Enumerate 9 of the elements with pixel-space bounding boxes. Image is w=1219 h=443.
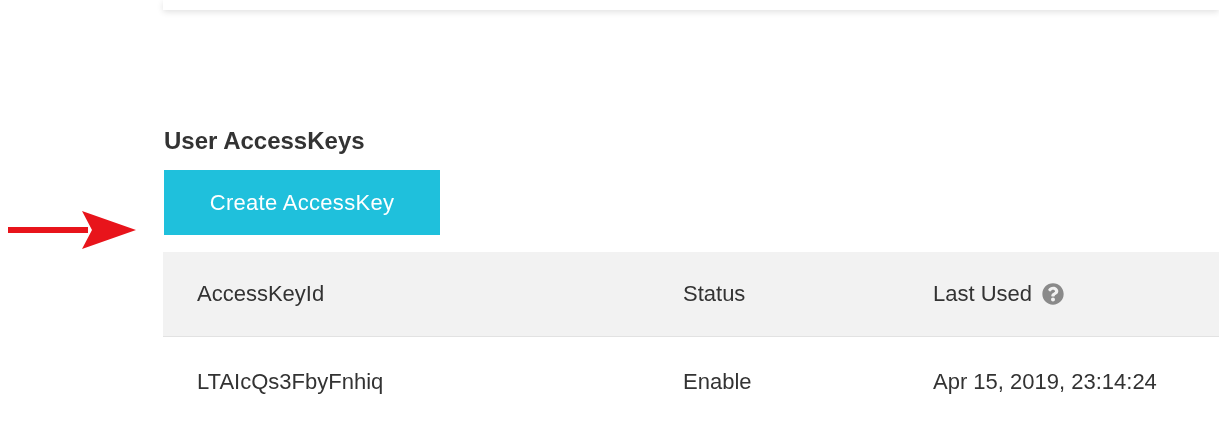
- section-title: User AccessKeys: [164, 126, 365, 156]
- help-icon[interactable]: [1042, 283, 1065, 305]
- table-cell: Enable: [683, 369, 752, 395]
- column-header: Last Used: [933, 281, 1033, 307]
- column-header: AccessKeyId: [197, 281, 325, 307]
- table-cell: LTAIcQs3FbyFnhiq: [197, 369, 384, 395]
- create-accesskey-button[interactable]: Create AccessKey: [164, 170, 440, 235]
- table-cell: Apr 15, 2019, 23:14:24: [933, 369, 1157, 395]
- column-header: Status: [683, 281, 746, 307]
